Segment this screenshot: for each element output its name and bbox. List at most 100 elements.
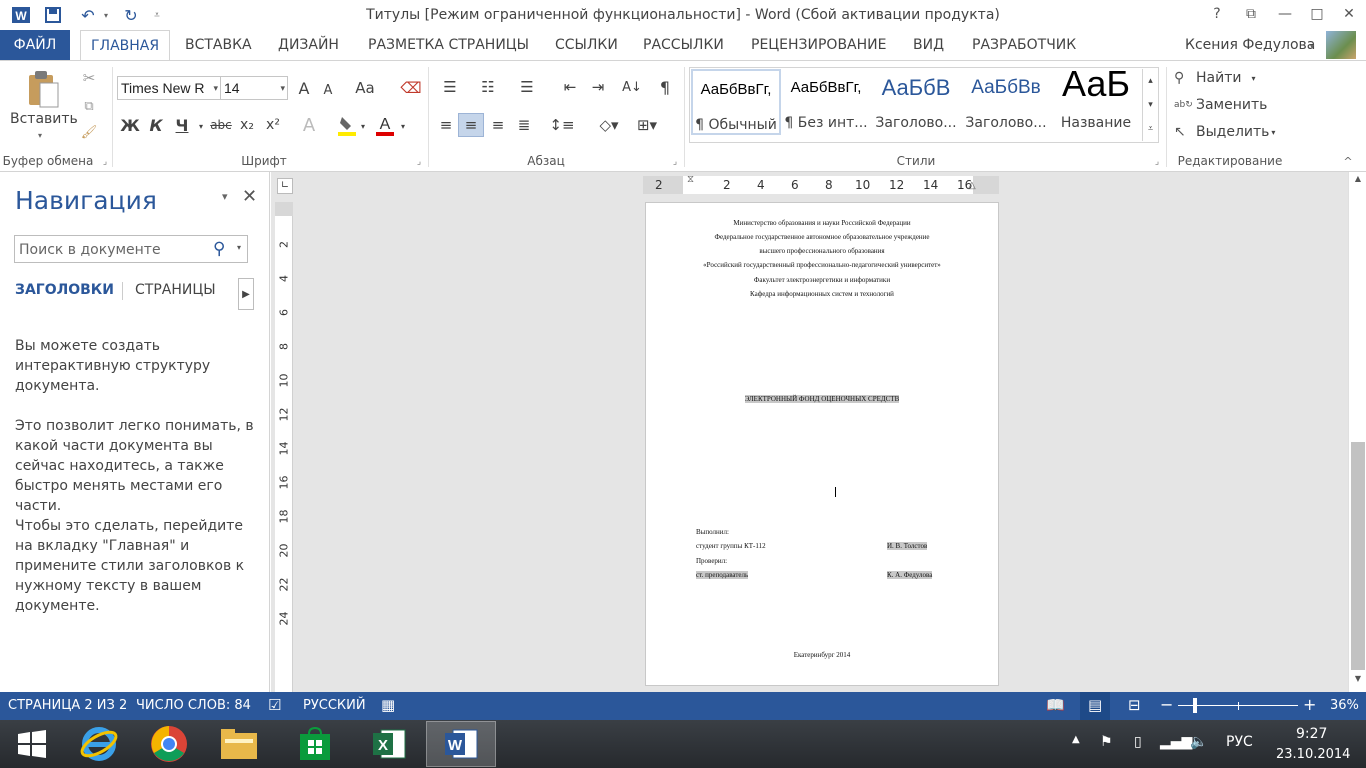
styles-scroll-down-icon[interactable]: ▾ [1142, 93, 1158, 117]
show-hidden-icons-icon[interactable]: ▲ [1072, 734, 1080, 745]
clock-date[interactable]: 23.10.2014 [1276, 747, 1350, 762]
scroll-up-icon[interactable]: ▲ [1351, 174, 1365, 190]
paragraph-launcher-icon[interactable]: ⌟ [668, 155, 682, 169]
shading-icon[interactable]: ◇▾ [592, 113, 626, 137]
justify-icon[interactable]: ≣ [512, 113, 536, 137]
avatar[interactable] [1326, 31, 1356, 59]
network-icon[interactable]: ▂▄▆ [1160, 734, 1192, 750]
underline-button[interactable]: Ч [171, 113, 193, 137]
select-button[interactable]: ↖ Выделить ▾ [1174, 121, 1275, 143]
style-heading-1[interactable]: АаБбВ Заголово... [871, 69, 961, 135]
tab-view[interactable]: ВИД [913, 30, 944, 60]
font-size-combo[interactable]: 14 ▾ [220, 76, 288, 100]
line-spacing-icon[interactable]: ↕≡ [544, 113, 580, 137]
replace-button[interactable]: ab↻ Заменить [1174, 94, 1267, 116]
multilevel-list-icon[interactable]: ☰ [512, 75, 542, 99]
collapse-ribbon-icon[interactable]: ^ [1340, 153, 1356, 169]
shrink-font-button[interactable]: A [318, 79, 338, 101]
store-icon[interactable] [280, 721, 350, 767]
scroll-down-icon[interactable]: ▼ [1351, 674, 1365, 690]
strikethrough-button[interactable]: abc [208, 113, 234, 137]
bullets-icon[interactable]: ☰ [436, 75, 464, 99]
action-center-icon[interactable]: ⚑ [1100, 734, 1113, 750]
zoom-slider-thumb[interactable] [1193, 698, 1197, 713]
text-effects-icon[interactable]: A [298, 113, 320, 137]
word-icon[interactable]: W [426, 721, 496, 767]
tab-developer[interactable]: РАЗРАБОТЧИК [972, 30, 1076, 60]
highlight-dropdown-icon[interactable]: ▾ [358, 115, 368, 137]
chrome-icon[interactable] [134, 721, 204, 767]
style-title[interactable]: АаБ Название [1051, 63, 1141, 135]
zoom-in-icon[interactable]: + [1303, 695, 1316, 714]
subscript-button[interactable]: x₂ [236, 113, 258, 137]
web-layout-icon[interactable]: ⊟ [1128, 696, 1141, 714]
decrease-indent-icon[interactable]: ⇤ [558, 75, 582, 99]
minimize-button[interactable]: — [1268, 0, 1302, 28]
styles-more-icon[interactable]: ⩡ [1142, 117, 1158, 141]
sort-icon[interactable]: A↓ [620, 75, 644, 99]
battery-icon[interactable]: ▯ [1134, 734, 1142, 750]
tab-headings[interactable]: ЗАГОЛОВКИ [15, 282, 114, 298]
change-case-button[interactable]: Aa [352, 77, 378, 99]
underline-dropdown-icon[interactable]: ▾ [196, 115, 206, 137]
help-button[interactable]: ? [1200, 0, 1234, 28]
proofing-icon[interactable]: ☑ [268, 696, 281, 714]
maximize-button[interactable]: □ [1300, 0, 1334, 28]
excel-icon[interactable]: X [354, 721, 424, 767]
styles-scroll-up-icon[interactable]: ▴ [1142, 69, 1158, 93]
print-layout-icon[interactable]: ▤ [1088, 696, 1102, 714]
scroll-thumb[interactable] [1351, 442, 1365, 670]
bold-button[interactable]: Ж [119, 113, 141, 137]
show-marks-icon[interactable]: ¶ [654, 75, 676, 99]
increase-indent-icon[interactable]: ⇥ [586, 75, 610, 99]
chevron-down-icon[interactable]: ▾ [237, 243, 241, 252]
find-button[interactable]: ⚲ Найти ▾ [1174, 67, 1255, 89]
start-button[interactable] [0, 721, 64, 767]
tab-file[interactable]: ФАЙЛ [0, 30, 70, 60]
chevron-down-icon[interactable]: ▾ [280, 77, 285, 99]
styles-launcher-icon[interactable]: ⌟ [1150, 155, 1164, 169]
file-explorer-icon[interactable] [204, 721, 274, 767]
word-count[interactable]: ЧИСЛО СЛОВ: 84 [136, 698, 251, 713]
internet-explorer-icon[interactable] [64, 721, 134, 767]
zoom-out-icon[interactable]: − [1160, 695, 1173, 714]
macro-icon[interactable]: ▦ [381, 696, 395, 714]
volume-icon[interactable]: 🔈 [1190, 734, 1207, 750]
cut-icon[interactable]: ✂ [78, 67, 100, 89]
tab-selector-icon[interactable]: ∟ [277, 178, 293, 194]
font-color-icon[interactable]: A [374, 113, 396, 137]
right-indent-marker-icon[interactable]: △ [968, 180, 976, 191]
tab-review[interactable]: РЕЦЕНЗИРОВАНИЕ [751, 30, 886, 60]
close-icon[interactable]: ✕ [242, 186, 257, 207]
indent-marker-icon[interactable]: ⧖ [687, 174, 694, 185]
chevron-right-icon[interactable]: ▶ [238, 278, 254, 310]
font-launcher-icon[interactable]: ⌟ [412, 155, 426, 169]
document-page[interactable]: Министерство образования и науки Российс… [645, 202, 999, 686]
tab-insert[interactable]: ВСТАВКА [185, 30, 252, 60]
style-heading-2[interactable]: АаБбВв Заголово... [961, 69, 1051, 135]
tab-layout[interactable]: РАЗМЕТКА СТРАНИЦЫ [368, 30, 529, 60]
align-left-icon[interactable]: ≡ [434, 113, 458, 137]
align-right-icon[interactable]: ≡ [486, 113, 510, 137]
tab-home[interactable]: ГЛАВНАЯ [80, 30, 171, 61]
clock-time[interactable]: 9:27 [1296, 726, 1327, 742]
zoom-level[interactable]: 36% [1330, 698, 1359, 713]
nav-options-icon[interactable]: ▾ [222, 190, 228, 203]
page-count[interactable]: СТРАНИЦА 2 ИЗ 2 [8, 698, 127, 713]
document-area[interactable]: ∟ 2 2 4 6 8 10 12 14 16 ⧖ △ 2 4 6 8 10 1… [271, 172, 1348, 692]
language[interactable]: РУССКИЙ [303, 698, 366, 713]
vertical-scrollbar[interactable]: ▲ ▼ [1348, 172, 1366, 692]
grow-font-button[interactable]: A [294, 77, 314, 99]
horizontal-ruler[interactable]: 2 2 4 6 8 10 12 14 16 ⧖ △ [643, 174, 999, 194]
italic-button[interactable]: К [145, 113, 167, 137]
tab-pages[interactable]: СТРАНИЦЫ [135, 282, 216, 298]
close-button[interactable]: ✕ [1332, 0, 1366, 28]
search-icon[interactable]: ⚲ [213, 239, 225, 259]
superscript-button[interactable]: x² [262, 113, 284, 137]
tab-mailings[interactable]: РАССЫЛКИ [643, 30, 724, 60]
tab-design[interactable]: ДИЗАЙН [278, 30, 339, 60]
user-name[interactable]: Ксения Федулова [1185, 30, 1315, 60]
font-color-dropdown-icon[interactable]: ▾ [398, 115, 408, 137]
numbering-icon[interactable]: ☷ [474, 75, 502, 99]
align-center-icon[interactable]: ≡ [458, 113, 484, 137]
